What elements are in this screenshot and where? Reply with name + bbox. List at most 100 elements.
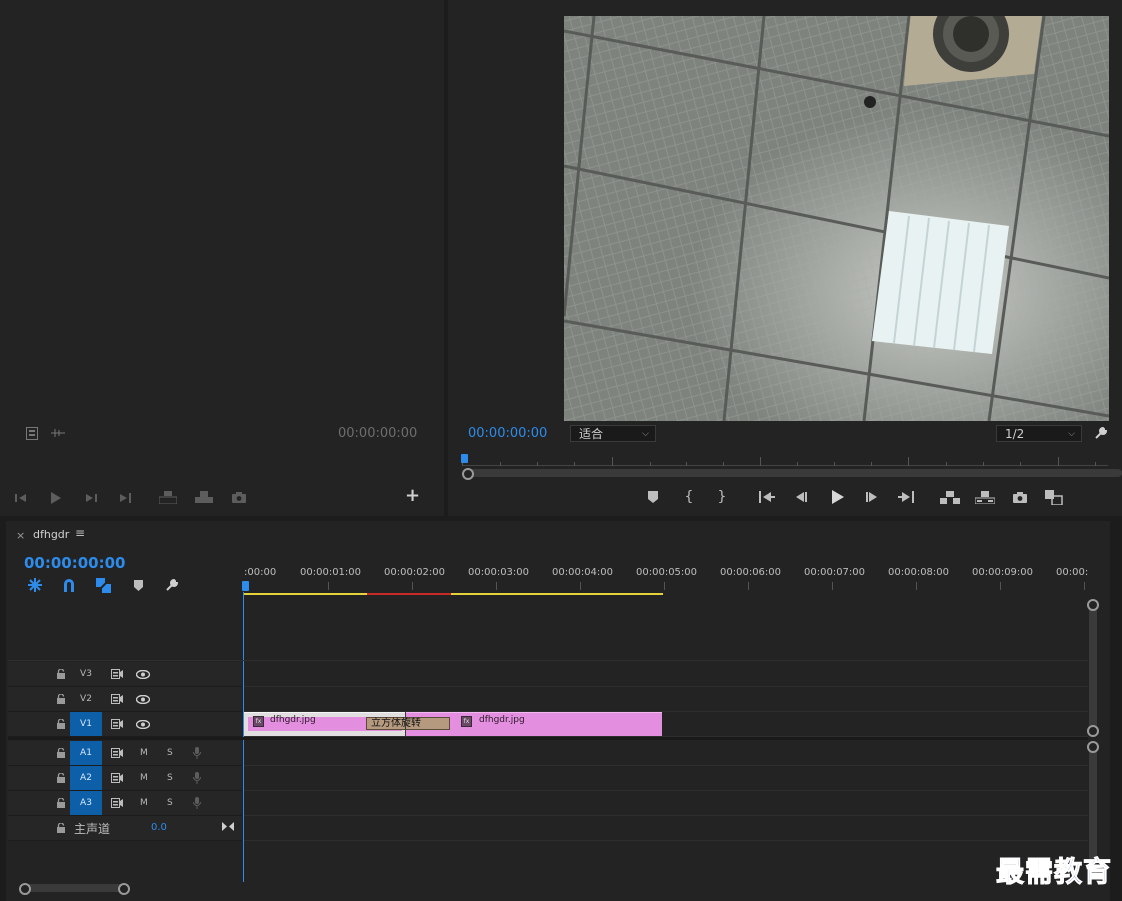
- ruler-label: 00:00:09:00: [972, 567, 1034, 578]
- clip-name: dfhgdr.jpg: [479, 715, 525, 725]
- lock-icon[interactable]: [54, 820, 68, 836]
- track-label-a3[interactable]: A3: [70, 791, 102, 815]
- track-label-a1[interactable]: A1: [70, 741, 102, 765]
- track-a1[interactable]: [244, 741, 1088, 766]
- sync-lock-icon[interactable]: [109, 666, 125, 682]
- program-video-frame[interactable]: [564, 16, 1109, 421]
- panel-menu-icon[interactable]: ≡: [75, 526, 85, 540]
- compare-icon[interactable]: [1044, 488, 1064, 506]
- eye-icon[interactable]: [135, 716, 151, 732]
- hscroll-handle-right[interactable]: [118, 883, 130, 895]
- mute-button[interactable]: M: [140, 791, 148, 815]
- sync-lock-icon[interactable]: [109, 716, 125, 732]
- lock-icon[interactable]: [54, 691, 68, 707]
- sync-lock-icon[interactable]: [109, 691, 125, 707]
- lock-icon[interactable]: [54, 745, 68, 761]
- program-scrollbar-handle[interactable]: [462, 468, 474, 480]
- timeline-timecode[interactable]: 00:00:00:00: [24, 554, 126, 572]
- wrench-icon[interactable]: [1092, 424, 1110, 442]
- program-zoom-scrollbar[interactable]: [464, 469, 1122, 477]
- go-to-end-icon[interactable]: [220, 818, 236, 834]
- program-mini-ruler[interactable]: [461, 452, 1108, 466]
- source-step-back-icon[interactable]: [13, 490, 29, 506]
- master-volume-value[interactable]: 0.0: [151, 822, 167, 833]
- source-overwrite-icon[interactable]: [194, 489, 214, 505]
- in-point-icon[interactable]: {: [682, 489, 696, 505]
- eye-icon[interactable]: [135, 691, 151, 707]
- source-go-to-out-icon[interactable]: [117, 490, 133, 506]
- source-settings-icon[interactable]: [24, 425, 40, 441]
- track-v3[interactable]: [244, 662, 1088, 687]
- vscroll-handle-top[interactable]: [1087, 599, 1099, 611]
- track-a3[interactable]: [244, 791, 1088, 816]
- program-playhead[interactable]: [461, 454, 468, 463]
- vertical-scrollbar-video[interactable]: [1089, 604, 1097, 730]
- lock-icon[interactable]: [54, 795, 68, 811]
- lock-icon[interactable]: [54, 770, 68, 786]
- track-v2[interactable]: [244, 687, 1088, 712]
- horizontal-scrollbar[interactable]: [22, 884, 126, 892]
- vscroll-audio-handle[interactable]: [1087, 741, 1099, 753]
- track-label-a2[interactable]: A2: [70, 766, 102, 790]
- source-step-forward-icon[interactable]: [83, 490, 99, 506]
- ruler-label: 00:00:04:00: [552, 567, 614, 578]
- eye-icon[interactable]: [135, 666, 151, 682]
- snap-icon[interactable]: [60, 576, 78, 594]
- ruler-label: :00:00: [244, 567, 277, 578]
- mute-button[interactable]: M: [140, 741, 148, 765]
- lock-icon[interactable]: [54, 716, 68, 732]
- mic-icon[interactable]: [190, 770, 204, 786]
- add-marker-icon[interactable]: [131, 577, 145, 593]
- nest-icon[interactable]: [26, 576, 44, 594]
- go-to-out-icon[interactable]: [897, 489, 915, 505]
- solo-button[interactable]: S: [167, 791, 173, 815]
- sync-lock-icon[interactable]: [109, 770, 125, 786]
- time-ruler[interactable]: :00:00 00:00:01:00 00:00:02:00 00:00:03:…: [242, 563, 1088, 597]
- timeline-playhead[interactable]: [242, 581, 249, 591]
- solo-button[interactable]: S: [167, 741, 173, 765]
- source-dropped-frames-icon[interactable]: [50, 425, 66, 441]
- source-play-icon[interactable]: [48, 490, 64, 506]
- solo-button[interactable]: S: [167, 766, 173, 790]
- track-label-v2[interactable]: V2: [70, 687, 102, 711]
- extract-icon[interactable]: [974, 489, 996, 505]
- vscroll-handle-bottom[interactable]: [1087, 725, 1099, 737]
- track-label-v3[interactable]: V3: [70, 662, 102, 686]
- timeline-settings-wrench-icon[interactable]: [163, 576, 181, 594]
- play-icon[interactable]: [829, 488, 845, 506]
- linked-selection-icon[interactable]: [94, 576, 112, 594]
- out-point-icon[interactable]: }: [715, 489, 729, 505]
- resolution-select[interactable]: 1/2 ⌵: [996, 425, 1082, 442]
- sync-lock-icon[interactable]: [109, 795, 125, 811]
- camera-icon[interactable]: [1011, 489, 1029, 505]
- zoom-select[interactable]: 适合 ⌵: [570, 425, 656, 442]
- track-header-v1: V1: [8, 712, 242, 737]
- track-a2[interactable]: [244, 766, 1088, 791]
- sequence-tab[interactable]: dfhgdr: [33, 528, 69, 541]
- go-to-in-icon[interactable]: [758, 489, 776, 505]
- mute-button[interactable]: M: [140, 766, 148, 790]
- source-timecode[interactable]: 00:00:00:00: [338, 426, 417, 441]
- hscroll-handle-left[interactable]: [19, 883, 31, 895]
- mic-icon[interactable]: [190, 745, 204, 761]
- marker-icon[interactable]: [646, 489, 660, 505]
- source-camera-icon[interactable]: [230, 489, 248, 505]
- zoom-select-value: 适合: [579, 427, 604, 441]
- track-label-v1[interactable]: V1: [70, 712, 102, 736]
- mic-icon[interactable]: [190, 795, 204, 811]
- clip-name: dfhgdr.jpg: [270, 715, 316, 725]
- source-add-button[interactable]: +: [405, 487, 420, 505]
- source-insert-icon[interactable]: [158, 489, 178, 505]
- ruler-label: 00:00:07:00: [804, 567, 866, 578]
- step-back-icon[interactable]: [793, 489, 809, 505]
- transition-cube-spin[interactable]: 立方体旋转: [366, 717, 450, 730]
- ruler-label: 00:00:03:00: [468, 567, 530, 578]
- program-timecode[interactable]: 00:00:00:00: [468, 426, 547, 441]
- sync-lock-icon[interactable]: [109, 745, 125, 761]
- render-bar-yellow-1: [244, 593, 367, 595]
- lift-icon[interactable]: [939, 489, 961, 505]
- step-forward-icon[interactable]: [864, 489, 880, 505]
- close-icon[interactable]: ×: [16, 529, 25, 542]
- track-master[interactable]: [244, 816, 1088, 841]
- lock-icon[interactable]: [54, 666, 68, 682]
